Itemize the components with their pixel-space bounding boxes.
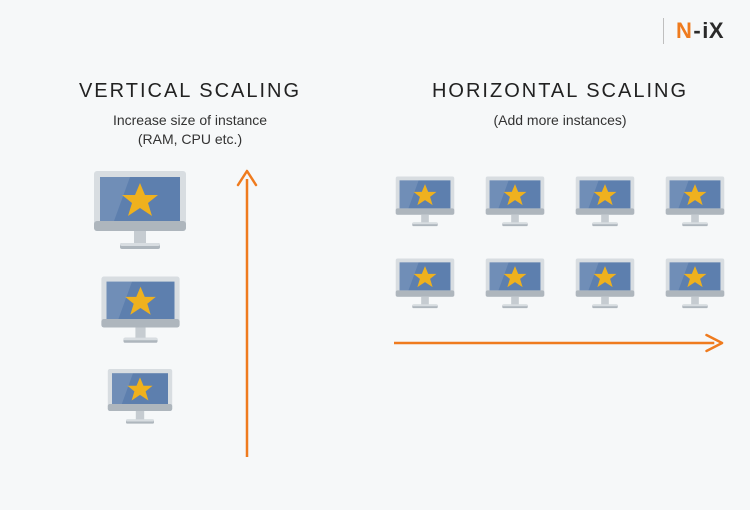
vertical-subtitle: Increase size of instance (RAM, CPU etc.… bbox=[10, 111, 370, 149]
computer-icon bbox=[105, 366, 175, 428]
brand-logo: N - iX bbox=[663, 18, 724, 44]
computer-icon bbox=[573, 174, 637, 230]
computer-icon bbox=[483, 256, 547, 312]
vertical-scaling-panel: VERTICAL SCALING Increase size of instan… bbox=[10, 80, 370, 487]
horizontal-scaling-panel: HORIZONTAL SCALING (Add more instances) bbox=[380, 80, 740, 354]
horizontal-title: HORIZONTAL SCALING bbox=[380, 80, 740, 103]
computer-icon bbox=[90, 167, 190, 255]
computer-icon bbox=[663, 174, 727, 230]
computer-icon bbox=[393, 256, 457, 312]
logo-part-ix: iX bbox=[702, 18, 724, 44]
vertical-subtitle-line2: (RAM, CPU etc.) bbox=[138, 131, 242, 147]
vertical-diagram bbox=[10, 167, 370, 487]
logo-dash: - bbox=[693, 18, 701, 44]
vertical-title: VERTICAL SCALING bbox=[10, 80, 370, 103]
horizontal-monitor-grid bbox=[380, 174, 740, 312]
vertical-monitor-stack bbox=[65, 167, 215, 428]
horizontal-arrow-right-icon bbox=[394, 332, 726, 354]
computer-icon bbox=[98, 273, 183, 348]
logo-part-n: N bbox=[676, 18, 692, 44]
computer-icon bbox=[573, 256, 637, 312]
computer-icon bbox=[483, 174, 547, 230]
logo-divider bbox=[663, 18, 664, 44]
computer-icon bbox=[663, 256, 727, 312]
vertical-arrow-up-icon bbox=[235, 167, 259, 457]
vertical-subtitle-line1: Increase size of instance bbox=[113, 112, 267, 128]
horizontal-subtitle: (Add more instances) bbox=[380, 111, 740, 130]
computer-icon bbox=[393, 174, 457, 230]
